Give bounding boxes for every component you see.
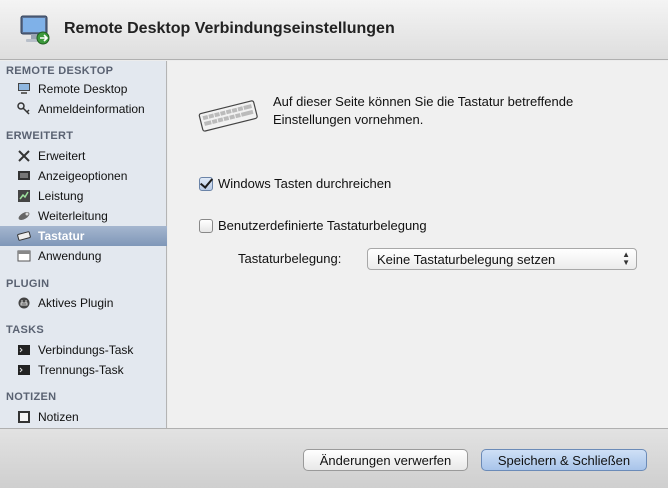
sidebar-item-anwendung[interactable]: Anwendung: [0, 246, 167, 266]
windows-keys-checkbox[interactable]: [199, 176, 213, 191]
redirect-icon: [16, 208, 32, 224]
sidebar-item-label: Aktives Plugin: [38, 296, 114, 310]
sidebar-item-tastatur[interactable]: Tastatur: [0, 226, 167, 246]
sidebar-item-label: Leistung: [38, 189, 84, 203]
application-icon: [16, 248, 32, 264]
sidebar-item-label: Anmeldeinformation: [38, 102, 145, 116]
sidebar-item-label: Tastatur: [38, 229, 85, 243]
sidebar: REMOTE DESKTOP Remote Desktop Anmeldeinf…: [0, 61, 167, 428]
remote-desktop-monitor-icon: [20, 15, 50, 45]
window-title: Remote Desktop Verbindungseinstellungen: [64, 20, 395, 37]
notes-icon: [16, 409, 32, 425]
sidebar-item-leistung[interactable]: Leistung: [0, 186, 167, 206]
sidebar-item-anzeigeoptionen[interactable]: Anzeigeoptionen: [0, 166, 167, 186]
sidebar-item-label: Verbindungs-Task: [38, 343, 134, 357]
layout-select-label: Tastaturbelegung:: [238, 251, 342, 266]
section-erweitert: ERWEITERT: [6, 130, 74, 142]
keyboard-icon: [16, 228, 32, 244]
sidebar-item-label: Remote Desktop: [38, 82, 128, 96]
sidebar-item-erweitert[interactable]: Erweitert: [0, 146, 167, 166]
discard-changes-button[interactable]: Änderungen verwerfen: [303, 449, 468, 471]
sidebar-item-trennungs-task[interactable]: Trennungs-Task: [0, 360, 167, 380]
windows-keys-checkbox-row[interactable]: Windows Tasten durchreichen: [199, 176, 391, 191]
keyboard-layout-value: Keine Tastaturbelegung setzen: [377, 251, 556, 267]
keyboard-layout-select[interactable]: Keine Tastaturbelegung setzen ▲ ▼: [367, 248, 637, 270]
sidebar-item-label: Trennungs-Task: [38, 363, 124, 377]
sidebar-item-label: Weiterleitung: [38, 209, 108, 223]
section-remote-desktop: REMOTE DESKTOP: [6, 65, 114, 77]
section-notizen: NOTIZEN: [6, 391, 57, 403]
sidebar-item-label: Erweitert: [38, 149, 86, 163]
sidebar-item-anmeldeinformation[interactable]: Anmeldeinformation: [0, 99, 167, 119]
computer-icon: [16, 81, 32, 97]
sidebar-item-label: Notizen: [38, 410, 79, 424]
sidebar-item-label: Anzeigeoptionen: [38, 169, 128, 183]
custom-layout-checkbox[interactable]: [199, 218, 213, 233]
sidebar-item-notizen[interactable]: Notizen: [0, 407, 167, 427]
tools-icon: [16, 148, 32, 164]
sidebar-item-label: Anwendung: [38, 249, 102, 263]
sidebar-item-weiterleitung[interactable]: Weiterleitung: [0, 206, 167, 226]
custom-layout-checkbox-row[interactable]: Benutzerdefinierte Tastaturbelegung: [199, 218, 427, 233]
save-close-button[interactable]: Speichern & Schließen: [481, 449, 647, 471]
sidebar-item-aktives-plugin[interactable]: Aktives Plugin: [0, 293, 167, 313]
select-arrows-icon: ▲ ▼: [622, 250, 630, 267]
button-bar: Änderungen verwerfen Speichern & Schließ…: [0, 428, 668, 488]
section-plugin: PLUGIN: [6, 278, 50, 290]
sidebar-item-verbindungs-task[interactable]: Verbindungs-Task: [0, 340, 167, 360]
title-bar: Remote Desktop Verbindungseinstellungen: [0, 0, 668, 60]
performance-icon: [16, 188, 32, 204]
page-description: Auf dieser Seite können Sie die Tastatur…: [273, 94, 574, 127]
terminal-icon: [16, 342, 32, 358]
plugin-icon: [16, 295, 32, 311]
terminal-icon: [16, 362, 32, 378]
custom-layout-label: Benutzerdefinierte Tastaturbelegung: [218, 218, 427, 233]
key-icon: [16, 101, 32, 117]
section-tasks: TASKS: [6, 324, 44, 336]
display-icon: [16, 168, 32, 184]
windows-keys-label: Windows Tasten durchreichen: [218, 176, 392, 191]
keyboard-settings-panel: Auf dieser Seite können Sie die Tastatur…: [168, 61, 668, 428]
sidebar-item-remote-desktop[interactable]: Remote Desktop: [0, 79, 167, 99]
keyboard-illustration-icon: [198, 100, 258, 132]
